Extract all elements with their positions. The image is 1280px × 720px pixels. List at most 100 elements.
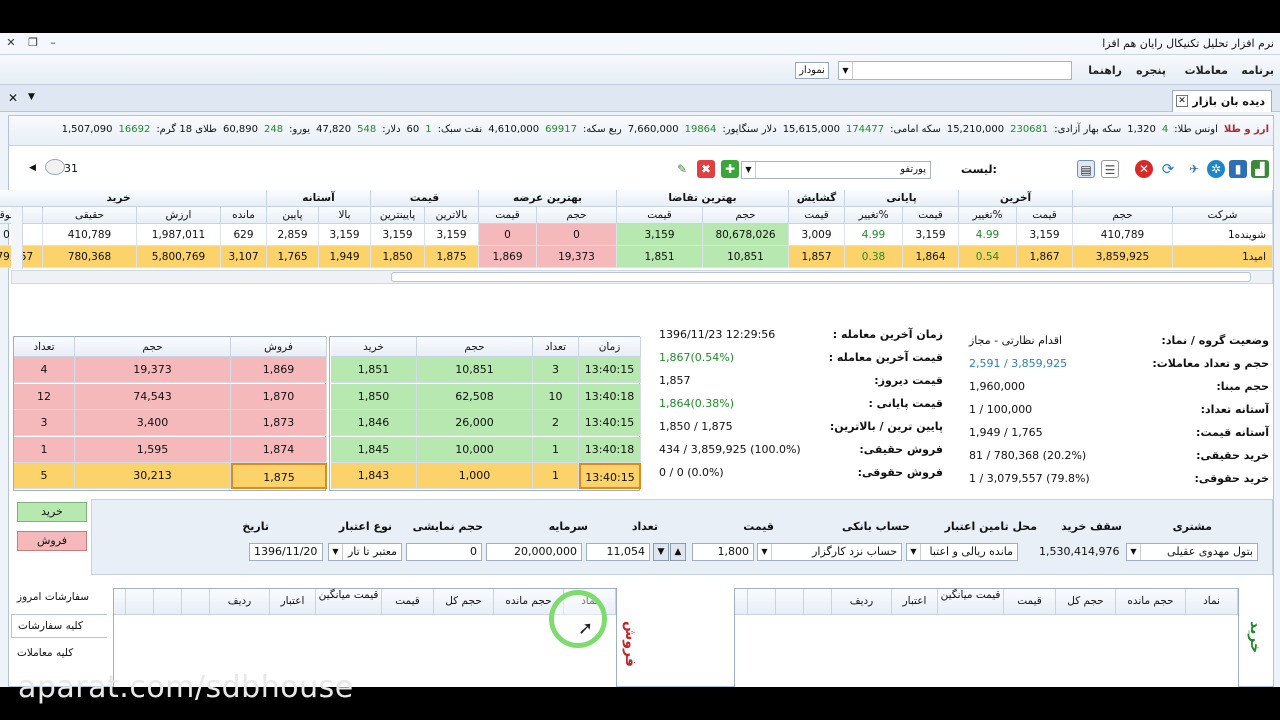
grid-cell[interactable]: 3,159: [903, 224, 959, 246]
sell-orders-table-header[interactable]: قیمت: [382, 589, 434, 615]
grid-cell[interactable]: 5,800,769: [137, 246, 221, 268]
table-icon[interactable]: ▤: [1077, 160, 1095, 178]
tab-all-orders[interactable]: کلیه سفارشات: [11, 614, 107, 638]
scrollbar-thumb[interactable]: [391, 272, 1251, 282]
menu-trades[interactable]: معاملات: [1185, 64, 1228, 77]
grid-cell[interactable]: 4.99: [959, 224, 1017, 246]
menu-window[interactable]: پنجره: [1136, 64, 1166, 77]
grid-cell[interactable]: 1,765: [267, 246, 319, 268]
minimize-icon[interactable]: –: [46, 36, 60, 50]
grid-column-header[interactable]: قیمت: [789, 207, 845, 224]
grid-cell[interactable]: 1,867: [1017, 246, 1073, 268]
grid-cell[interactable]: 3,159: [617, 224, 703, 246]
grid-cell[interactable]: 0.38: [845, 246, 903, 268]
buy-button[interactable]: خرید: [17, 502, 87, 522]
close-icon[interactable]: ✕: [8, 91, 18, 105]
grid-cell[interactable]: 0: [537, 224, 617, 246]
list-icon[interactable]: ☰: [1101, 160, 1119, 178]
grid-column-header[interactable]: تغییر%: [845, 207, 903, 224]
grid-cell[interactable]: 410,789: [1073, 224, 1173, 246]
bar-chart-icon[interactable]: ▮: [1229, 160, 1247, 178]
chevron-left-icon[interactable]: ◀: [29, 163, 36, 173]
chevron-down-icon[interactable]: ▼: [742, 162, 756, 178]
buy-orders-table-header[interactable]: اعتبار: [892, 589, 938, 615]
price-input[interactable]: 1,800: [692, 543, 754, 561]
buy-orders-table-header[interactable]: قیمت: [1004, 589, 1056, 615]
grid-cell[interactable]: 1,869: [479, 246, 537, 268]
chart-button[interactable]: نمودار: [795, 62, 829, 79]
grid-column-header[interactable]: پایینترین: [371, 207, 425, 224]
grid-column-header[interactable]: مانده: [221, 207, 267, 224]
tab-market-watch[interactable]: دیده بان بازار ✕: [1172, 90, 1272, 112]
grid-cell[interactable]: 3,159: [425, 224, 479, 246]
capital-input[interactable]: 20,000,000: [486, 543, 582, 561]
grid-cell[interactable]: 3,009: [789, 224, 845, 246]
grid-cell[interactable]: 1,850: [371, 246, 425, 268]
grid-column-header[interactable]: شرکت: [1173, 207, 1273, 224]
grid-column-header[interactable]: بالا: [319, 207, 371, 224]
menu-program[interactable]: برنامه: [1241, 64, 1274, 77]
grid-cell[interactable]: 3,159: [371, 224, 425, 246]
quantity-input[interactable]: 11,054: [586, 543, 650, 561]
grid-cell[interactable]: 629: [221, 224, 267, 246]
grid-cell[interactable]: 1,949: [319, 246, 371, 268]
grid-cell[interactable]: 1,875: [425, 246, 479, 268]
date-input[interactable]: 1396/11/20: [249, 543, 323, 561]
chart-icon[interactable]: ▟: [1251, 160, 1269, 178]
tab-today-orders[interactable]: سفارشات امروز: [11, 586, 107, 610]
grid-cell[interactable]: 1,987,011: [137, 224, 221, 246]
sell-orders-table-header[interactable]: ردیف: [210, 589, 270, 615]
restore-icon[interactable]: ❐: [26, 36, 40, 50]
chevron-down-icon[interactable]: ▼: [758, 544, 772, 560]
chevron-down-icon[interactable]: ▼: [28, 92, 35, 102]
grid-cell[interactable]: 10,851: [703, 246, 789, 268]
grid-column-header[interactable]: حقیقی: [43, 207, 137, 224]
grid-column-header[interactable]: تغییر%: [959, 207, 1017, 224]
close-icon[interactable]: ✕: [4, 36, 18, 50]
grid-symbol-cell[interactable]: شوینده1: [1173, 224, 1273, 246]
remove-icon[interactable]: ✖: [697, 160, 715, 178]
customer-select[interactable]: بتول مهدوی عقیلی ▼: [1126, 543, 1258, 561]
message-icon[interactable]: [45, 159, 65, 175]
grid-symbol-cell[interactable]: امید1: [1173, 246, 1273, 268]
buy-orders-table-header[interactable]: حجم مانده: [1116, 589, 1186, 615]
grid-cell[interactable]: 780,368: [43, 246, 137, 268]
sell-orders-table-header[interactable]: حجم کل: [434, 589, 494, 615]
grid-cell[interactable]: 80,678,026: [703, 224, 789, 246]
credit-type-select[interactable]: معتبر تا تار ▼: [328, 543, 402, 561]
increase-icon[interactable]: ▲: [670, 543, 686, 561]
grid-cell[interactable]: 0.54: [959, 246, 1017, 268]
chevron-down-icon[interactable]: ▼: [1127, 544, 1141, 560]
grid-cell[interactable]: 4.99: [845, 224, 903, 246]
vertical-scrollbar[interactable]: [11, 207, 23, 269]
gear-icon[interactable]: ✲: [1207, 160, 1225, 178]
grid-column-header[interactable]: حجم: [537, 207, 617, 224]
grid-cell[interactable]: 410,789: [43, 224, 137, 246]
grid-cell[interactable]: 1,851: [617, 246, 703, 268]
grid-cell[interactable]: 3,859,925: [1073, 246, 1173, 268]
sell-orders-table-header[interactable]: اعتبار: [270, 589, 316, 615]
chevron-down-icon[interactable]: ▼: [329, 544, 343, 560]
grid-column-header[interactable]: قیمت: [479, 207, 537, 224]
grid-cell[interactable]: 1,857: [789, 246, 845, 268]
grid-cell[interactable]: 0: [479, 224, 537, 246]
menu-help[interactable]: راهنما: [1088, 64, 1122, 77]
sell-button[interactable]: فروش: [17, 531, 87, 551]
bank-account-select[interactable]: حساب نزد کارگزار ▼: [757, 543, 902, 561]
refresh-icon[interactable]: ⟳: [1159, 160, 1177, 178]
satellite-icon[interactable]: ✈: [1185, 160, 1203, 178]
grid-cell[interactable]: 2,859: [267, 224, 319, 246]
grid-column-header[interactable]: قیمت: [617, 207, 703, 224]
delete-icon[interactable]: ✕: [1135, 160, 1153, 178]
buy-orders-table-header[interactable]: نماد: [1186, 589, 1238, 615]
grid-cell[interactable]: 19,373: [537, 246, 617, 268]
credit-source-select[interactable]: مانده ریالی و اعتبا ▼: [906, 543, 1018, 561]
edit-icon[interactable]: ✎: [673, 160, 691, 178]
buy-orders-table-header[interactable]: حجم کل: [1056, 589, 1116, 615]
grid-column-header[interactable]: قیمت: [1017, 207, 1073, 224]
list-select[interactable]: پورتفو ▼: [741, 161, 931, 179]
tab-all-trades[interactable]: کلیه معاملات: [11, 642, 107, 666]
add-icon[interactable]: ✚: [721, 160, 739, 178]
grid-column-header[interactable]: بالاترین: [425, 207, 479, 224]
chevron-down-icon[interactable]: ▼: [839, 62, 853, 79]
